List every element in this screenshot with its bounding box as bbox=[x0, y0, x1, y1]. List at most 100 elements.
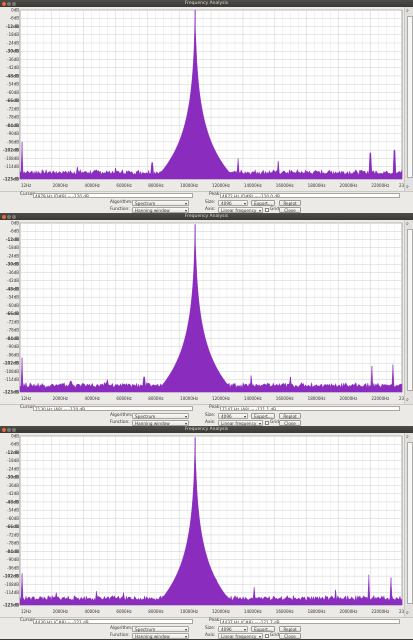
function-value: Hanning window bbox=[135, 420, 170, 426]
spectrum-chart[interactable]: 0dB -6dB -12dB -18dB -24dB -30dB -36dB -42dB -48… bbox=[0, 7, 404, 191]
x-tick-label: 12000Hz bbox=[212, 183, 230, 188]
maximize-window-icon[interactable] bbox=[12, 214, 16, 219]
size-label: Size: bbox=[205, 625, 216, 631]
replot-button[interactable]: Replot bbox=[279, 625, 301, 632]
minimize-window-icon[interactable] bbox=[7, 1, 11, 6]
spectrum-plot[interactable]: 0dB -6dB -12dB -18dB -24dB -30dB -36dB -42dB -48… bbox=[0, 7, 413, 191]
window-titlebar[interactable]: Frequency Analysis bbox=[0, 213, 413, 220]
spectrum-plot[interactable]: 0dB -6dB -12dB -18dB -24dB -30dB -36dB -42dB -48… bbox=[0, 433, 413, 617]
magnifier-icon[interactable]: ⌕ bbox=[406, 434, 409, 440]
function-select[interactable]: Hanning window ▾ bbox=[132, 419, 189, 426]
size-label: Size: bbox=[205, 199, 216, 205]
chevron-down-icon: ▾ bbox=[184, 633, 187, 639]
x-tick-label: 22000Hz bbox=[371, 396, 389, 401]
x-tick-label: 22000Hz bbox=[371, 609, 389, 614]
zoom-icon[interactable]: ⌕ bbox=[406, 397, 409, 403]
window-titlebar[interactable]: Frequency Analysis bbox=[0, 0, 413, 7]
export-button[interactable]: Export... bbox=[251, 625, 275, 632]
grids-checkbox[interactable] bbox=[265, 633, 269, 638]
algorithm-select[interactable]: Spectrum ▾ bbox=[132, 412, 189, 419]
y-tick-label: -24dB bbox=[7, 466, 19, 471]
frequency-analysis-window: Frequency Analysis 0dB -6dB -12dB -18dB -24d… bbox=[0, 0, 413, 213]
function-row: Function: Hanning window ▾ Axis: Linear f… bbox=[0, 419, 413, 426]
cursor-readout: 4430 Hz (C#8) = -121 dB bbox=[33, 618, 193, 624]
minimize-window-icon[interactable] bbox=[7, 427, 11, 432]
x-tick-label: 20000Hz bbox=[340, 396, 358, 401]
function-value: Hanning window bbox=[135, 207, 170, 213]
close-window-icon[interactable] bbox=[2, 1, 6, 6]
spectrum-chart[interactable]: 0dB -6dB -12dB -18dB -24dB -30dB -36dB -42dB -48… bbox=[0, 220, 404, 404]
y-tick-label: -48dB bbox=[6, 286, 19, 291]
x-tick-label: 18000Hz bbox=[308, 609, 326, 614]
y-tick-label: -18dB bbox=[7, 245, 19, 250]
window-titlebar[interactable]: Frequency Analysis bbox=[0, 426, 413, 433]
y-tick-label: -102dB bbox=[3, 574, 19, 579]
close-button[interactable]: Close bbox=[279, 206, 301, 213]
y-tick-label: -54dB bbox=[7, 82, 19, 87]
x-tick-label: 22000Hz bbox=[371, 183, 389, 188]
y-tick-label: -24dB bbox=[7, 253, 19, 258]
close-button[interactable]: Close bbox=[279, 419, 301, 426]
size-select[interactable]: 4096 ▾ bbox=[218, 412, 248, 419]
x-tick-label: 8000Hz bbox=[148, 396, 163, 401]
y-tick-label: -24dB bbox=[7, 40, 19, 45]
window-title: Frequency Analysis bbox=[184, 427, 229, 432]
y-tick-label: -30dB bbox=[6, 262, 19, 267]
peak-label: Peak: bbox=[209, 405, 221, 410]
status-row: Cursor: 4879 Hz (D#8) = -120 dB Peak: 48… bbox=[0, 192, 413, 199]
x-tick-label: 10000Hz bbox=[180, 396, 198, 401]
grids-checkbox[interactable] bbox=[265, 420, 269, 425]
plot-sidebar: ⌕ ⌕ bbox=[404, 7, 413, 191]
axis-select[interactable]: Linear frequency ▾ bbox=[218, 419, 263, 426]
plot-sidebar: ⌕ ⌕ bbox=[404, 220, 413, 404]
vertical-zoom-slider[interactable] bbox=[407, 442, 413, 604]
replot-button[interactable]: Replot bbox=[279, 199, 301, 206]
close-button[interactable]: Close bbox=[279, 632, 301, 639]
axis-select[interactable]: Linear frequency ▾ bbox=[218, 206, 263, 213]
x-tick-label: 12Hz bbox=[21, 183, 31, 188]
y-tick-label: 0dB bbox=[11, 221, 19, 226]
size-select[interactable]: 4096 ▾ bbox=[218, 625, 248, 632]
x-tick-label: 14000Hz bbox=[244, 396, 262, 401]
y-tick-label: -72dB bbox=[7, 319, 19, 324]
function-value: Hanning window bbox=[135, 633, 170, 639]
x-tick-label: 14000Hz bbox=[244, 183, 262, 188]
maximize-window-icon[interactable] bbox=[12, 1, 16, 6]
y-tick-label: -72dB bbox=[7, 106, 19, 111]
magnifier-icon[interactable]: ⌕ bbox=[406, 8, 409, 14]
replot-button[interactable]: Replot bbox=[279, 412, 301, 419]
x-tick-label: 4000Hz bbox=[85, 396, 100, 401]
x-tick-label: 14000Hz bbox=[244, 609, 262, 614]
spectrum-plot[interactable]: 0dB -6dB -12dB -18dB -24dB -30dB -36dB -42dB -48… bbox=[0, 220, 413, 404]
close-window-icon[interactable] bbox=[2, 214, 6, 219]
axis-select[interactable]: Linear frequency ▾ bbox=[218, 632, 263, 639]
grids-checkbox[interactable] bbox=[265, 207, 269, 212]
maximize-window-icon[interactable] bbox=[12, 427, 16, 432]
y-tick-label: -12dB bbox=[6, 24, 19, 29]
export-button[interactable]: Export... bbox=[251, 412, 275, 419]
algorithm-row: Algorithm: Spectrum ▾ Size: 4096 ▾ Export.… bbox=[0, 412, 413, 419]
minimize-window-icon[interactable] bbox=[7, 214, 11, 219]
size-select[interactable]: 4096 ▾ bbox=[218, 199, 248, 206]
close-window-icon[interactable] bbox=[2, 427, 6, 432]
vertical-zoom-slider[interactable] bbox=[407, 229, 413, 391]
zoom-icon[interactable]: ⌕ bbox=[406, 610, 409, 616]
magnifier-icon[interactable]: ⌕ bbox=[406, 221, 409, 227]
export-button[interactable]: Export... bbox=[251, 199, 275, 206]
x-tick-label: 12Hz bbox=[21, 609, 31, 614]
vertical-zoom-slider[interactable] bbox=[407, 16, 413, 178]
window-controls bbox=[2, 1, 17, 6]
y-tick-label: 0dB bbox=[11, 8, 19, 13]
zoom-icon[interactable]: ⌕ bbox=[406, 184, 409, 190]
x-tick-label: 16000Hz bbox=[276, 396, 294, 401]
y-tick-label: -78dB bbox=[7, 115, 19, 120]
function-select[interactable]: Hanning window ▾ bbox=[132, 206, 189, 213]
algorithm-select[interactable]: Spectrum ▾ bbox=[132, 199, 189, 206]
peak-label: Peak: bbox=[209, 618, 221, 623]
function-select[interactable]: Hanning window ▾ bbox=[132, 632, 189, 639]
algorithm-select[interactable]: Spectrum ▾ bbox=[132, 625, 189, 632]
algorithm-row: Algorithm: Spectrum ▾ Size: 4096 ▾ Export.… bbox=[0, 199, 413, 206]
y-tick-label: -96dB bbox=[7, 352, 19, 357]
axis-label: Axis: bbox=[205, 206, 216, 212]
spectrum-chart[interactable]: 0dB -6dB -12dB -18dB -24dB -30dB -36dB -42dB -48… bbox=[0, 433, 404, 617]
